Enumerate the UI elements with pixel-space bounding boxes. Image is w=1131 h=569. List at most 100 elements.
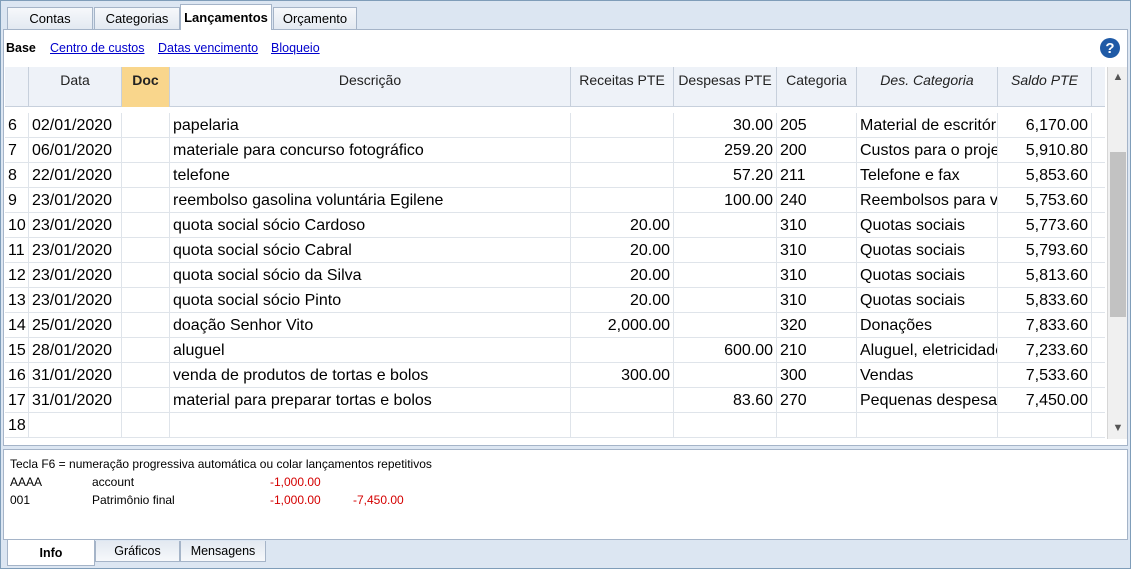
view-link-bloqueio[interactable]: Bloqueio <box>271 41 320 55</box>
cell-category[interactable]: 270 <box>777 388 857 413</box>
cell-balance[interactable]: 7,833.60 <box>998 313 1092 338</box>
help-icon[interactable]: ? <box>1100 38 1120 58</box>
table-row[interactable]: 17 31/01/2020 material para preparar torta… <box>5 388 1105 413</box>
cell-income[interactable]: 20.00 <box>571 263 674 288</box>
cell-category[interactable]: 200 <box>777 138 857 163</box>
scroll-up-icon[interactable]: ▲ <box>1108 68 1128 86</box>
cell-balance[interactable]: 5,813.60 <box>998 263 1092 288</box>
tab-graficos[interactable]: Gráficos <box>95 541 180 562</box>
cell-expense[interactable] <box>674 238 777 263</box>
cell-expense[interactable]: 83.60 <box>674 388 777 413</box>
cell-date[interactable]: 25/01/2020 <box>29 313 122 338</box>
cell-description[interactable]: materiale para concurso fotográfico <box>170 138 571 163</box>
cell-category-description[interactable]: Quotas sociais <box>857 263 998 288</box>
cell-date[interactable]: 28/01/2020 <box>29 338 122 363</box>
cell-category-description[interactable]: Pequenas despesas <box>857 388 998 413</box>
vertical-scrollbar[interactable]: ▲ ▼ <box>1107 67 1127 439</box>
cell-balance[interactable]: 5,753.60 <box>998 188 1092 213</box>
view-link-datas-vencimento[interactable]: Datas vencimento <box>158 41 258 55</box>
cell-doc[interactable] <box>122 263 170 288</box>
table-row[interactable]: 18 <box>5 413 1105 438</box>
cell-description[interactable]: venda de produtos de tortas e bolos <box>170 363 571 388</box>
header-receitas[interactable]: Receitas PTE <box>571 67 674 107</box>
cell-date[interactable]: 23/01/2020 <box>29 238 122 263</box>
cell-income[interactable] <box>571 113 674 138</box>
cell-income[interactable]: 300.00 <box>571 363 674 388</box>
scrollbar-thumb[interactable] <box>1110 152 1126 317</box>
cell-doc[interactable] <box>122 363 170 388</box>
cell-balance[interactable]: 7,233.60 <box>998 338 1092 363</box>
cell-date[interactable]: 06/01/2020 <box>29 138 122 163</box>
cell-description[interactable]: quota social sócio Pinto <box>170 288 571 313</box>
cell-description[interactable]: quota social sócio Cardoso <box>170 213 571 238</box>
cell-category[interactable]: 210 <box>777 338 857 363</box>
header-descricao[interactable]: Descrição <box>170 67 571 107</box>
table-row[interactable]: 16 31/01/2020 venda de produtos de tortas … <box>5 363 1105 388</box>
view-link-centro-de-custos[interactable]: Centro de custos <box>50 41 145 55</box>
cell-date[interactable]: 02/01/2020 <box>29 113 122 138</box>
cell-income[interactable]: 20.00 <box>571 213 674 238</box>
cell-doc[interactable] <box>122 113 170 138</box>
cell-category-description[interactable]: Quotas sociais <box>857 288 998 313</box>
cell-category-description[interactable]: Material de escritório <box>857 113 998 138</box>
cell-category[interactable]: 300 <box>777 363 857 388</box>
cell-income[interactable] <box>571 138 674 163</box>
cell-category-description[interactable]: Vendas <box>857 363 998 388</box>
cell-category-description[interactable]: Quotas sociais <box>857 238 998 263</box>
cell-balance[interactable]: 5,773.60 <box>998 213 1092 238</box>
cell-balance[interactable]: 5,853.60 <box>998 163 1092 188</box>
cell-date[interactable]: 23/01/2020 <box>29 288 122 313</box>
header-despesas[interactable]: Despesas PTE <box>674 67 777 107</box>
cell-category-description[interactable]: Aluguel, eletricidade <box>857 338 998 363</box>
tab-info[interactable]: Info <box>7 540 95 566</box>
cell-expense[interactable] <box>674 263 777 288</box>
cell-date[interactable]: 23/01/2020 <box>29 188 122 213</box>
cell-income[interactable] <box>571 163 674 188</box>
cell-doc[interactable] <box>122 388 170 413</box>
cell-expense[interactable] <box>674 413 777 438</box>
cell-doc[interactable] <box>122 413 170 438</box>
cell-expense[interactable]: 57.20 <box>674 163 777 188</box>
cell-date[interactable]: 31/01/2020 <box>29 363 122 388</box>
view-base[interactable]: Base <box>6 41 36 55</box>
scroll-down-icon[interactable]: ▼ <box>1108 419 1128 437</box>
cell-income[interactable] <box>571 413 674 438</box>
cell-doc[interactable] <box>122 238 170 263</box>
cell-expense[interactable] <box>674 313 777 338</box>
header-doc[interactable]: Doc <box>122 67 170 107</box>
cell-income[interactable] <box>571 388 674 413</box>
cell-expense[interactable] <box>674 288 777 313</box>
cell-category-description[interactable]: Reembolsos para voluntários <box>857 188 998 213</box>
cell-category[interactable]: 240 <box>777 188 857 213</box>
cell-category[interactable]: 310 <box>777 263 857 288</box>
cell-doc[interactable] <box>122 188 170 213</box>
cell-balance[interactable]: 5,793.60 <box>998 238 1092 263</box>
cell-description[interactable]: reembolso gasolina voluntária Egilene <box>170 188 571 213</box>
cell-income[interactable]: 20.00 <box>571 238 674 263</box>
cell-category[interactable]: 310 <box>777 238 857 263</box>
tab-categorias[interactable]: Categorias <box>94 7 180 29</box>
cell-balance[interactable] <box>998 413 1092 438</box>
cell-expense[interactable] <box>674 363 777 388</box>
cell-description[interactable]: telefone <box>170 163 571 188</box>
table-row[interactable]: 14 25/01/2020 doação Senhor Vito 2,000.00 32… <box>5 313 1105 338</box>
cell-category[interactable]: 211 <box>777 163 857 188</box>
cell-expense[interactable] <box>674 213 777 238</box>
cell-balance[interactable]: 5,910.80 <box>998 138 1092 163</box>
cell-category-description[interactable]: Telefone e fax <box>857 163 998 188</box>
header-data[interactable]: Data <box>29 67 122 107</box>
cell-description[interactable]: quota social sócio da Silva <box>170 263 571 288</box>
cell-balance[interactable]: 6,170.00 <box>998 113 1092 138</box>
cell-doc[interactable] <box>122 288 170 313</box>
cell-category[interactable]: 205 <box>777 113 857 138</box>
cell-description[interactable] <box>170 413 571 438</box>
tab-orcamento[interactable]: Orçamento <box>273 7 357 29</box>
cell-expense[interactable]: 600.00 <box>674 338 777 363</box>
cell-doc[interactable] <box>122 338 170 363</box>
cell-expense[interactable]: 30.00 <box>674 113 777 138</box>
cell-balance[interactable]: 5,833.60 <box>998 288 1092 313</box>
cell-income[interactable]: 20.00 <box>571 288 674 313</box>
cell-category-description[interactable]: Quotas sociais <box>857 213 998 238</box>
cell-doc[interactable] <box>122 138 170 163</box>
tab-lancamentos[interactable]: Lançamentos <box>180 4 272 30</box>
